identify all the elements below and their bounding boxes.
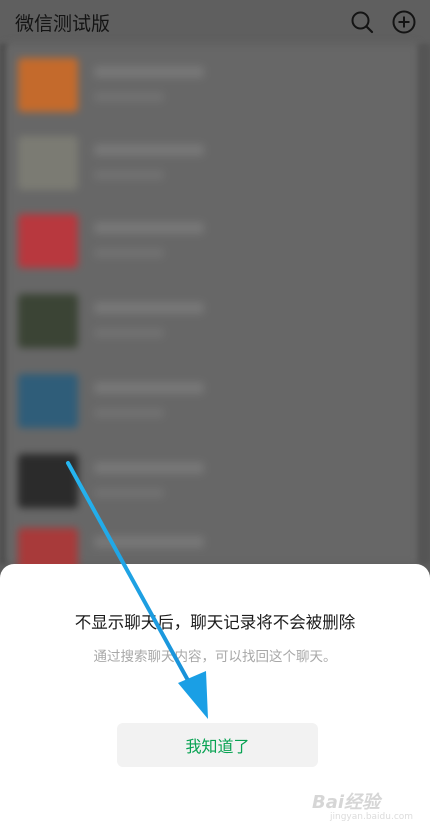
- chat-name-placeholder: [94, 66, 204, 78]
- avatar: [18, 374, 78, 428]
- chat-name-placeholder: [94, 382, 204, 394]
- chat-row: [6, 122, 418, 202]
- chat-row: [6, 360, 418, 440]
- screen: 微信测试版 不显示聊天后，聊天记录将不会被删除 通过搜索聊天内容，可以找回这个聊…: [0, 0, 430, 834]
- chat-preview-placeholder: [94, 328, 164, 338]
- chat-row: [6, 280, 418, 360]
- avatar: [18, 58, 78, 112]
- chat-preview-placeholder: [94, 248, 164, 258]
- chat-preview-placeholder: [94, 170, 164, 180]
- chat-name-placeholder: [94, 536, 204, 548]
- chat-name-placeholder: [94, 144, 204, 156]
- chat-row: [6, 440, 418, 520]
- chat-preview-placeholder: [94, 408, 164, 418]
- chat-name-placeholder: [94, 462, 204, 474]
- avatar: [18, 454, 78, 508]
- chat-preview-placeholder: [94, 92, 164, 102]
- chat-list-blurred: [6, 44, 418, 582]
- dialog-message: 不显示聊天后，聊天记录将不会被删除: [74, 613, 356, 632]
- watermark-text: Bai经验: [312, 792, 381, 813]
- chat-name-placeholder: [94, 302, 204, 314]
- header-actions: [349, 9, 417, 35]
- avatar: [18, 136, 78, 190]
- chat-row: [6, 44, 418, 124]
- watermark-domain: jingyan.baidu.com: [330, 812, 414, 822]
- top-bar: 微信测试版: [0, 0, 430, 44]
- avatar: [18, 294, 78, 348]
- confirm-button[interactable]: 我知道了: [117, 723, 318, 767]
- list-edge-right: [418, 44, 430, 564]
- add-circle-icon[interactable]: [391, 9, 417, 35]
- app-title: 微信测试版: [15, 12, 111, 35]
- avatar: [18, 214, 78, 268]
- chat-name-placeholder: [94, 222, 204, 234]
- search-icon[interactable]: [349, 9, 375, 35]
- dialog-sub-message: 通过搜索聊天内容，可以找回这个聊天。: [93, 649, 337, 665]
- watermark-logo: Bai经验 jingyan.baidu.com: [312, 788, 413, 822]
- chat-preview-placeholder: [94, 488, 164, 498]
- chat-row: [6, 200, 418, 280]
